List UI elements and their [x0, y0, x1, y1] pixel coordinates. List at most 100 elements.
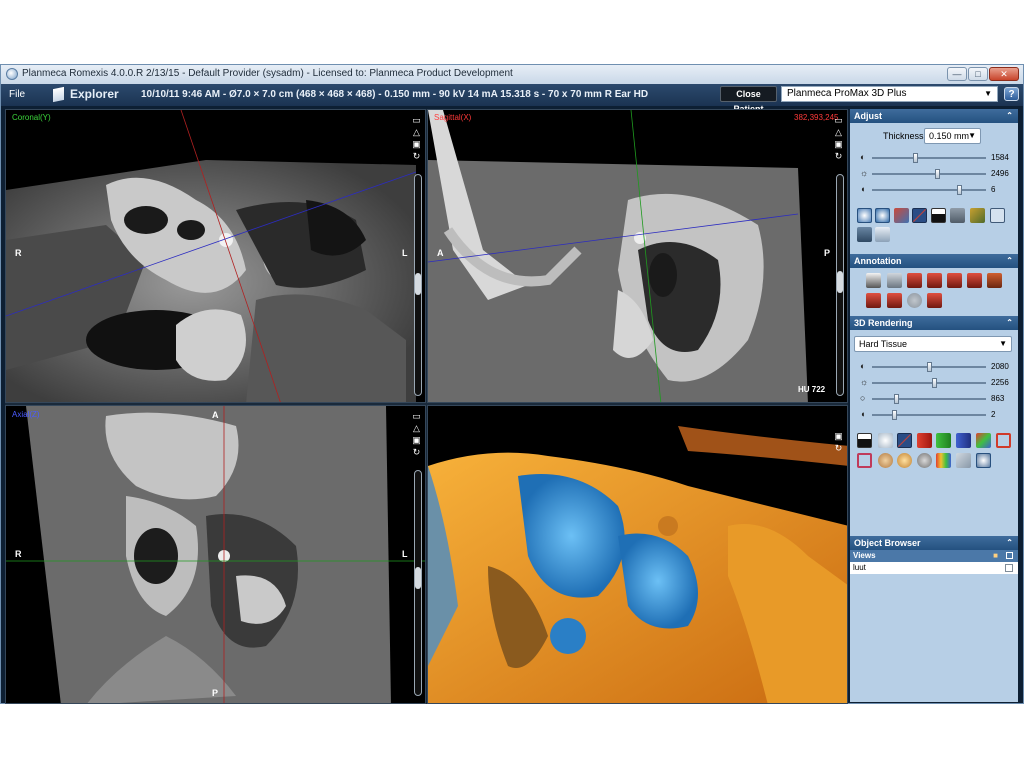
slider-thumb[interactable] [957, 185, 963, 195]
pan-icon[interactable] [875, 208, 890, 223]
blue-plane-icon[interactable] [956, 433, 971, 448]
rotate-icon[interactable]: ↻ [833, 152, 844, 161]
sagittal-label: Sagittal(X) [434, 113, 472, 122]
checkbox-icon[interactable] [1006, 552, 1013, 559]
3d-rendering-header[interactable]: 3D Rendering ⌃ [850, 316, 1018, 330]
red-plane-icon[interactable] [917, 433, 932, 448]
visibility-checkbox[interactable] [1005, 564, 1013, 572]
coronal-viewport[interactable]: Coronal(Y) R L ▭ △ ▣ ↻ [5, 109, 426, 403]
cube-icon[interactable] [976, 433, 991, 448]
window-level-icon[interactable] [912, 208, 927, 223]
axial-viewport[interactable]: Axial(Z) A P R L ▭ △ ▣ ↻ [5, 405, 426, 704]
sagittal-slice-scrollbar[interactable] [836, 174, 844, 396]
file-menu[interactable]: File [9, 89, 25, 100]
sagittal-viewport[interactable]: Sagittal(X) 382,393,245 A P HU 722 ▭ △ ▣… [427, 109, 848, 403]
collapse-icon[interactable]: ⌃ [1006, 536, 1013, 550]
color-annotation-icon[interactable] [927, 293, 942, 308]
slider-track[interactable] [872, 382, 986, 384]
histogram-icon[interactable] [931, 208, 946, 223]
area-icon[interactable] [907, 273, 922, 288]
thickness-select[interactable]: 0.150 mm ▼ [924, 128, 981, 144]
arrow-annotation-icon[interactable] [947, 273, 962, 288]
adjust-header[interactable]: Adjust ⌃ [850, 109, 1018, 123]
crop-box-icon[interactable] [996, 433, 1011, 448]
coronal-slice-scrollbar[interactable] [414, 174, 422, 396]
render-preset-select[interactable]: Hard Tissue ▼ [854, 336, 1012, 352]
flip-icon[interactable]: △ [833, 128, 844, 137]
ruler-icon[interactable] [866, 273, 881, 288]
rotate-view-icon[interactable] [894, 208, 909, 223]
scroll-thumb[interactable] [415, 273, 421, 295]
camera-icon[interactable]: ▣ [833, 140, 844, 149]
trash-icon[interactable]: ■ [993, 550, 998, 562]
skull-icon[interactable] [897, 453, 912, 468]
clip-plane-icon[interactable] [897, 433, 912, 448]
bone-icon[interactable] [917, 453, 932, 468]
slider-track[interactable] [872, 173, 986, 175]
nerve-canal-icon[interactable] [866, 293, 881, 308]
collapse-icon[interactable]: ⌃ [1006, 254, 1013, 268]
collapse-icon[interactable]: ⌃ [1006, 109, 1013, 123]
annotation-header[interactable]: Annotation ⌃ [850, 254, 1018, 268]
histogram-icon[interactable] [857, 433, 872, 448]
reset-icon[interactable] [990, 208, 1005, 223]
color-palette-icon[interactable] [936, 453, 951, 468]
close-patient-button[interactable]: Close Patient [720, 86, 777, 114]
slider-thumb[interactable] [926, 362, 932, 372]
explorer-icon[interactable] [53, 86, 64, 103]
minimize-button[interactable]: — [947, 67, 967, 81]
camera-icon[interactable]: ▣ [411, 140, 422, 149]
3d-render-viewport[interactable]: ▣ ↻ [427, 405, 848, 704]
maximize-view-icon[interactable]: ▭ [833, 116, 844, 125]
camera-icon[interactable]: ▣ [411, 436, 422, 445]
delete-annotation-icon[interactable] [907, 293, 922, 308]
rotate-icon[interactable]: ↻ [411, 448, 422, 457]
help-button[interactable]: ? [1004, 87, 1019, 101]
maximize-button[interactable]: □ [968, 67, 988, 81]
zoom-icon[interactable] [857, 208, 872, 223]
maximize-view-icon[interactable]: ▭ [411, 412, 422, 421]
measure-icon[interactable] [875, 227, 890, 242]
text-annotation-icon[interactable] [927, 273, 942, 288]
angle-icon[interactable] [887, 273, 902, 288]
slider-thumb[interactable] [913, 153, 919, 163]
slider-track[interactable] [872, 189, 986, 191]
scroll-thumb[interactable] [415, 567, 421, 589]
curve-icon[interactable] [956, 453, 971, 468]
annotation-title: Annotation [854, 256, 902, 266]
circle-annotation-icon[interactable] [887, 293, 902, 308]
green-plane-icon[interactable] [936, 433, 951, 448]
flip-icon[interactable]: △ [411, 128, 422, 137]
object-browser-header[interactable]: Object Browser ⌃ [850, 536, 1018, 550]
slider-thumb[interactable] [891, 410, 897, 420]
polyline-icon[interactable] [967, 273, 982, 288]
light-icon[interactable] [878, 433, 893, 448]
sculpt-icon[interactable] [857, 453, 872, 468]
slider-track[interactable] [872, 398, 986, 400]
flip-icon[interactable]: △ [411, 424, 422, 433]
camera-icon[interactable]: ▣ [833, 432, 844, 441]
layout-icon[interactable] [950, 208, 965, 223]
mip-skull-icon[interactable] [976, 453, 991, 468]
implant-icon[interactable] [987, 273, 1002, 288]
axial-left-marker: R [15, 549, 22, 559]
tool-panel: Adjust ⌃ Thickness 0.150 mm ▼ ◐ 1584 ☼ 2496… [850, 109, 1018, 702]
axial-slice-scrollbar[interactable] [414, 470, 422, 696]
explorer-button[interactable]: Explorer [70, 87, 119, 101]
close-window-button[interactable]: ✕ [989, 67, 1019, 81]
color-map-icon[interactable] [970, 208, 985, 223]
maximize-view-icon[interactable]: ▭ [411, 116, 422, 125]
slider-track[interactable] [872, 414, 986, 416]
scroll-thumb[interactable] [837, 271, 843, 293]
slider-track[interactable] [872, 157, 986, 159]
device-select[interactable]: Planmeca ProMax 3D Plus ▼ [781, 86, 998, 102]
slider-thumb[interactable] [935, 169, 941, 179]
rotate-icon[interactable]: ↻ [833, 444, 844, 453]
fan-icon[interactable] [857, 227, 872, 242]
soft-tissue-icon[interactable] [878, 453, 893, 468]
collapse-icon[interactable]: ⌃ [1006, 316, 1013, 330]
slider-thumb[interactable] [931, 378, 937, 388]
slider-thumb[interactable] [893, 394, 899, 404]
rotate-icon[interactable]: ↻ [411, 152, 422, 161]
list-item[interactable]: luut [850, 562, 1018, 574]
